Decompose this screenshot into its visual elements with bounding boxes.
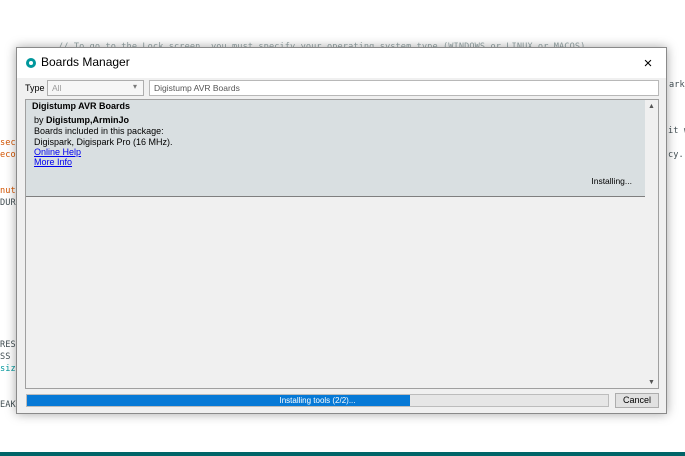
boards-included-list: Digispark, Digispark Pro (16 MHz). — [34, 137, 173, 147]
boards-included-label: Boards included in this package: — [34, 126, 164, 136]
install-status: Installing... — [591, 176, 632, 186]
close-button[interactable]: × — [630, 48, 666, 78]
chevron-down-icon: ▾ — [132, 82, 137, 91]
type-label: Type — [25, 83, 45, 93]
progress-bar: Installing tools (2/2)... — [26, 394, 609, 407]
cancel-button[interactable]: Cancel — [615, 393, 659, 408]
code-fragment: SS — [0, 352, 11, 362]
board-authors: by Digistump,ArminJo — [34, 115, 130, 125]
progress-label: Installing tools (2/2)... — [279, 396, 356, 405]
scroll-down-icon[interactable]: ▼ — [645, 376, 658, 388]
list-item-board[interactable]: Digistump AVR Boards by Digistump,ArminJ… — [26, 100, 646, 197]
dialog-title: Boards Manager — [41, 55, 130, 69]
boards-list: Digistump AVR Boards by Digistump,ArminJ… — [25, 99, 659, 389]
dialog-footer: Installing tools (2/2)... Cancel — [17, 391, 666, 411]
scroll-up-icon[interactable]: ▲ — [645, 100, 658, 112]
status-strip — [0, 452, 685, 456]
code-fragment: cy. — [668, 150, 684, 160]
search-input[interactable]: Digistump AVR Boards — [149, 80, 659, 96]
code-fragment: ark_ — [669, 80, 685, 90]
close-icon: × — [643, 54, 653, 72]
type-select-value: All — [52, 83, 62, 93]
filter-row: Type All ▾ Digistump AVR Boards — [17, 78, 666, 100]
arduino-icon — [26, 58, 36, 68]
board-name: Digistump AVR Boards — [32, 101, 131, 111]
title-bar: Boards Manager × — [17, 48, 666, 78]
more-info-link[interactable]: More Info — [34, 157, 72, 167]
code-fragment: it w — [668, 126, 685, 136]
online-help-link[interactable]: Online Help — [34, 147, 81, 157]
boards-manager-dialog: Boards Manager × Type All ▾ Digistump AV… — [16, 47, 667, 414]
vertical-scrollbar[interactable]: ▲ ▼ — [645, 100, 658, 388]
code-fragment: EAK — [0, 400, 16, 410]
type-select[interactable]: All ▾ — [47, 80, 144, 96]
